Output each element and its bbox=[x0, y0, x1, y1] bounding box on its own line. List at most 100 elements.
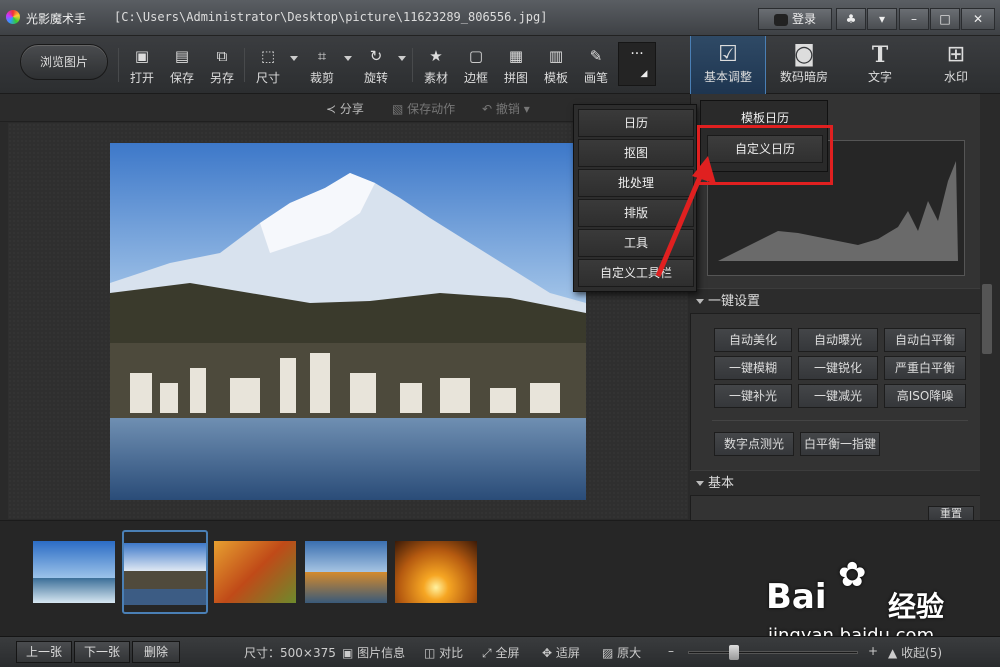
fullscreen-button[interactable]: ⤢ 全屏 bbox=[482, 644, 519, 661]
fullscreen-icon: ⤢ bbox=[482, 646, 492, 660]
share-label: 分享 bbox=[339, 102, 364, 116]
crop-icon: ⌗ bbox=[317, 47, 327, 65]
compare-label: 对比 bbox=[439, 646, 464, 660]
collage-button[interactable]: ▦ 拼图 bbox=[498, 44, 534, 88]
auto-beautify-button[interactable]: 自动美化 bbox=[714, 328, 792, 352]
undo-label: 撤销 bbox=[495, 102, 520, 116]
severe-white-balance-button[interactable]: 严重白平衡 bbox=[884, 356, 966, 380]
toolbar-divider bbox=[244, 48, 245, 82]
thumbnail[interactable] bbox=[33, 541, 115, 603]
gift-icon: ♣ bbox=[845, 12, 857, 26]
spot-metering-button[interactable]: 数字点测光 bbox=[714, 432, 794, 456]
minimize-button[interactable]: – bbox=[899, 8, 929, 30]
undo-button[interactable]: ↶ 撤销 ▾ bbox=[482, 100, 530, 117]
save-action-button[interactable]: ▧ 保存动作 bbox=[392, 100, 455, 117]
tab-text-label: 文字 bbox=[867, 70, 892, 84]
mountain-lake-photo bbox=[110, 143, 586, 500]
one-click-blur-button[interactable]: 一键模糊 bbox=[714, 356, 792, 380]
zoom-slider-thumb[interactable] bbox=[729, 645, 739, 660]
material-button[interactable]: ★ 素材 bbox=[418, 44, 454, 88]
brush-icon: ✎ bbox=[589, 47, 603, 65]
tab-watermark[interactable]: ⊞ 水印 bbox=[918, 36, 994, 94]
zoom-in-icon[interactable]: + bbox=[868, 644, 878, 658]
collapse-button[interactable]: ▲ 收起(5) bbox=[888, 644, 942, 661]
menu-button[interactable]: ▾ bbox=[867, 8, 897, 30]
original-size-label: 原大 bbox=[617, 646, 642, 660]
fill-light-button[interactable]: 一键补光 bbox=[714, 384, 792, 408]
original-size-icon: ▨ bbox=[602, 646, 614, 660]
login-button[interactable]: 登录 bbox=[758, 8, 832, 30]
basic-section-header[interactable]: 基本 bbox=[690, 470, 980, 496]
template-label: 模板 bbox=[543, 71, 568, 85]
image-size-text: 尺寸：500×375 bbox=[244, 646, 336, 660]
file-path: [C:\Users\Administrator\Desktop\picture\… bbox=[114, 10, 548, 24]
image-info-icon: ▣ bbox=[342, 646, 354, 660]
panel-scrollbar[interactable] bbox=[980, 94, 1000, 520]
rotate-button[interactable]: ↻ 旋转 bbox=[358, 44, 394, 88]
tab-basic-adjust[interactable]: ☑ 基本调整 bbox=[690, 36, 766, 94]
tab-darkroom[interactable]: ◙ 数码暗房 bbox=[766, 36, 842, 94]
save-label: 保存 bbox=[169, 71, 194, 85]
white-balance-picker-button[interactable]: 白平衡一指键 bbox=[800, 432, 880, 456]
thumbnail[interactable] bbox=[305, 541, 387, 603]
brush-button[interactable]: ✎ 画笔 bbox=[578, 44, 614, 88]
share-icon: ≺ bbox=[326, 102, 337, 116]
prev-button[interactable]: 上一张 bbox=[16, 641, 72, 663]
save-as-label: 另存 bbox=[209, 71, 234, 85]
text-icon: T bbox=[871, 42, 889, 68]
minimize-icon: – bbox=[911, 12, 917, 26]
save-icon: ▤ bbox=[174, 47, 190, 65]
one-click-section-header[interactable]: 一键设置 bbox=[690, 288, 980, 314]
toolbar-divider bbox=[118, 48, 119, 82]
resize-button[interactable]: ⬚ 尺寸 bbox=[250, 44, 286, 88]
resize-dropdown-icon[interactable] bbox=[290, 56, 298, 61]
rotate-dropdown-icon[interactable] bbox=[398, 56, 406, 61]
zoom-out-icon[interactable]: – bbox=[668, 644, 674, 658]
title-bar: 光影魔术手 [C:\Users\Administrator\Desktop\pi… bbox=[0, 0, 1000, 36]
scrollbar-thumb[interactable] bbox=[982, 284, 992, 354]
auto-exposure-button[interactable]: 自动曝光 bbox=[798, 328, 878, 352]
fit-screen-button[interactable]: ✥ 适屏 bbox=[542, 644, 580, 661]
more-tools-button[interactable]: ··· ◢ bbox=[618, 42, 656, 86]
reduce-light-button[interactable]: 一键减光 bbox=[798, 384, 878, 408]
zoom-slider[interactable] bbox=[688, 645, 858, 660]
gift-button[interactable]: ♣ bbox=[836, 8, 866, 30]
maximize-icon: □ bbox=[939, 12, 951, 26]
crop-dropdown-icon[interactable] bbox=[344, 56, 352, 61]
save-button[interactable]: ▤ 保存 bbox=[164, 44, 200, 88]
share-button[interactable]: ≺ 分享 bbox=[326, 100, 364, 117]
thumbnail[interactable] bbox=[214, 541, 296, 603]
thumbnail-selected[interactable] bbox=[124, 543, 206, 605]
rotate-icon: ↻ bbox=[369, 47, 383, 65]
open-button[interactable]: ▣ 打开 bbox=[124, 44, 160, 88]
close-button[interactable]: ✕ bbox=[961, 8, 995, 30]
crop-label: 裁剪 bbox=[309, 71, 334, 85]
thumbnail[interactable] bbox=[395, 541, 477, 603]
border-button[interactable]: ▢ 边框 bbox=[458, 44, 494, 88]
menu-item-calendar[interactable]: 日历 bbox=[578, 109, 694, 137]
collage-icon: ▦ bbox=[508, 47, 524, 65]
watermark-brand-cn: 经验 bbox=[888, 590, 945, 623]
image-info-button[interactable]: ▣ 图片信息 bbox=[342, 644, 405, 661]
app-name: 光影魔术手 bbox=[26, 12, 87, 26]
open-icon: ▣ bbox=[134, 47, 150, 65]
save-as-button[interactable]: ⧉ 另存 bbox=[204, 44, 240, 88]
template-button[interactable]: ▥ 模板 bbox=[538, 44, 574, 88]
delete-button[interactable]: 删除 bbox=[132, 641, 180, 663]
fit-screen-label: 适屏 bbox=[555, 646, 580, 660]
next-button[interactable]: 下一张 bbox=[74, 641, 130, 663]
maximize-button[interactable]: □ bbox=[930, 8, 960, 30]
original-size-button[interactable]: ▨ 原大 bbox=[602, 644, 641, 661]
high-iso-denoise-button[interactable]: 高ISO降噪 bbox=[884, 384, 966, 408]
browse-images-button[interactable]: 浏览图片 bbox=[20, 44, 108, 80]
one-click-sharpen-button[interactable]: 一键锐化 bbox=[798, 356, 878, 380]
crop-button[interactable]: ⌗ 裁剪 bbox=[304, 44, 340, 88]
auto-white-balance-button[interactable]: 自动白平衡 bbox=[884, 328, 966, 352]
tab-text[interactable]: T 文字 bbox=[842, 36, 918, 94]
open-label: 打开 bbox=[129, 71, 154, 85]
compare-button[interactable]: ◫ 对比 bbox=[424, 644, 463, 661]
fit-screen-icon: ✥ bbox=[542, 646, 553, 660]
menu-icon: ▾ bbox=[878, 12, 886, 26]
border-icon: ▢ bbox=[468, 47, 484, 65]
panel-divider bbox=[712, 420, 968, 421]
